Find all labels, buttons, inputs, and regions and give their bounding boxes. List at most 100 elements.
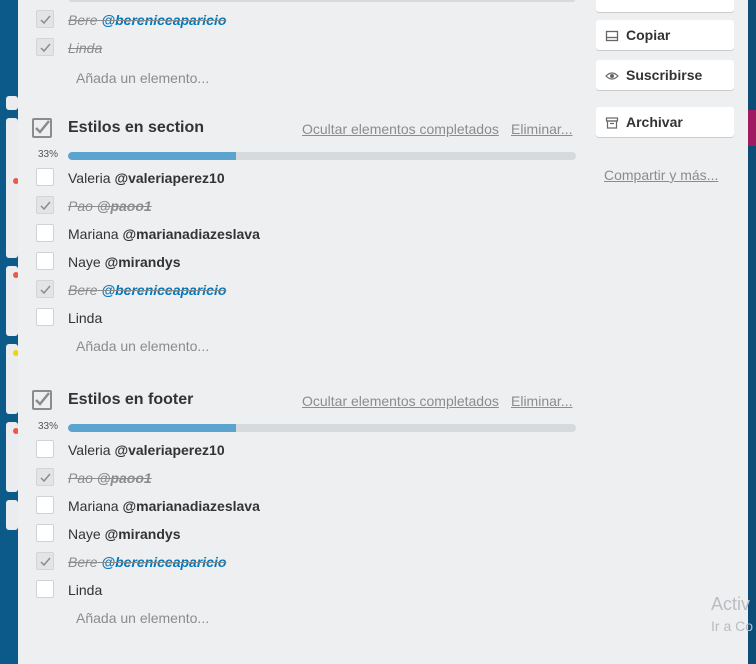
checkbox[interactable]: [36, 38, 54, 56]
checklist-item[interactable]: Naye @mirandys: [32, 248, 576, 276]
item-text: Bere @bereniceaparicio: [68, 12, 227, 28]
progress-percent: 33%: [38, 149, 59, 160]
mention[interactable]: @mirandys: [105, 254, 181, 270]
bg-card: [6, 118, 18, 258]
mention[interactable]: @valeriaperez10: [114, 442, 224, 458]
checkbox[interactable]: [36, 524, 54, 542]
item-text: Naye @mirandys: [68, 526, 180, 542]
checklist-item[interactable]: Naye @mirandys: [32, 520, 576, 548]
checkbox[interactable]: [36, 580, 54, 598]
checklist-title[interactable]: Estilos en footer: [68, 391, 193, 409]
item-text: Mariana @marianadiazeslava: [68, 498, 260, 514]
checklist-progress-bar: [68, 0, 576, 2]
item-text: Linda: [68, 582, 102, 598]
add-item-link[interactable]: Añada un elemento...: [76, 338, 620, 358]
hide-completed-link[interactable]: Ocultar elementos completados: [302, 393, 499, 409]
bg-card-thumbnail: [747, 110, 756, 146]
checklist-item[interactable]: Bere @bereniceaparicio: [32, 276, 576, 304]
item-name: Pao: [68, 470, 93, 486]
bg-card: [6, 96, 18, 110]
checklist-item[interactable]: Pao @paoo1: [32, 192, 576, 220]
check-icon: [40, 557, 51, 567]
board-right-strip: [748, 0, 756, 664]
checkbox[interactable]: [36, 224, 54, 242]
subscribe-label: Suscribirse: [626, 67, 703, 83]
mention[interactable]: @valeriaperez10: [114, 170, 224, 186]
checklist-item[interactable]: Valeria @valeriaperez10: [32, 436, 576, 464]
checklist-icon: [32, 118, 52, 138]
mention[interactable]: @bereniceaparicio: [101, 282, 226, 298]
checklist-icon: [32, 390, 52, 410]
bg-card: [6, 500, 18, 530]
archive-button[interactable]: Archivar: [596, 107, 734, 137]
item-text: Pao @paoo1: [68, 198, 152, 214]
activation-watermark-subtitle: Ir a Co: [711, 618, 754, 634]
check-icon: [40, 201, 51, 211]
item-name: Valeria: [68, 170, 111, 186]
checkbox[interactable]: [36, 552, 54, 570]
mention[interactable]: @marianadiazeslava: [122, 226, 259, 242]
mention-link[interactable]: @bereniceaparicio: [101, 12, 226, 28]
checklist-item[interactable]: Bere @bereniceaparicio: [32, 548, 576, 576]
checklist-item[interactable]: Linda: [32, 304, 576, 332]
add-item-link[interactable]: Añada un elemento...: [76, 70, 209, 86]
checkbox[interactable]: [36, 168, 54, 186]
eye-icon: [605, 72, 619, 80]
item-text: Linda: [68, 310, 102, 326]
card-detail-modal: Bere @bereniceaparicio Linda Añada un el…: [18, 0, 748, 664]
mention[interactable]: @marianadiazeslava: [122, 498, 259, 514]
item-name: Linda: [68, 582, 103, 598]
item-name: Pao: [68, 198, 93, 214]
item-name: Bere: [68, 554, 98, 570]
delete-checklist-link[interactable]: Eliminar...: [511, 393, 572, 409]
checklist-item[interactable]: Linda: [32, 576, 576, 604]
item-name: Mariana: [68, 226, 119, 242]
item-text: Valeria @valeriaperez10: [68, 170, 225, 186]
mention[interactable]: @paoo1: [97, 198, 152, 214]
item-name: Naye: [68, 526, 101, 542]
checklist-item[interactable]: Valeria @valeriaperez10: [32, 164, 576, 192]
archive-label: Archivar: [626, 114, 683, 130]
subscribe-button[interactable]: Suscribirse: [596, 60, 734, 90]
progress-bar: [68, 424, 576, 432]
item-name: Mariana: [68, 498, 119, 514]
checkbox[interactable]: [36, 196, 54, 214]
move-button[interactable]: [596, 0, 734, 12]
share-more-link[interactable]: Compartir y más...: [604, 167, 718, 183]
activation-watermark-title: Activ: [711, 594, 751, 614]
mention[interactable]: @mirandys: [105, 526, 181, 542]
hide-completed-link[interactable]: Ocultar elementos completados: [302, 121, 499, 137]
item-text: Naye @mirandys: [68, 254, 180, 270]
check-icon: [40, 285, 51, 295]
checkbox[interactable]: [36, 308, 54, 326]
delete-checklist-link[interactable]: Eliminar...: [511, 121, 572, 137]
item-name: Bere: [68, 282, 98, 298]
check-icon: [40, 473, 51, 483]
item-text: Valeria @valeriaperez10: [68, 442, 225, 458]
checklist-item[interactable]: Mariana @marianadiazeslava: [32, 492, 576, 520]
checkbox[interactable]: [36, 440, 54, 458]
add-item-link[interactable]: Añada un elemento...: [76, 610, 620, 630]
archive-icon: [605, 117, 619, 129]
checklist-item[interactable]: Pao @paoo1: [32, 464, 576, 492]
item-text: Linda: [68, 40, 103, 56]
item-text: Bere @bereniceaparicio: [68, 282, 226, 298]
item-name: Linda: [68, 310, 103, 326]
checkbox[interactable]: [36, 496, 54, 514]
item-name: Valeria: [68, 442, 111, 458]
checkbox[interactable]: [36, 468, 54, 486]
copy-icon: [605, 30, 619, 42]
checkbox[interactable]: [36, 280, 54, 298]
checklist-footer: Estilos en footer Ocultar elementos comp…: [32, 388, 576, 626]
checkbox[interactable]: [36, 252, 54, 270]
item-text: Bere @bereniceaparicio: [68, 554, 226, 570]
progress-percent: 33%: [38, 421, 59, 432]
checklist-section: Estilos en section Ocultar elementos com…: [32, 116, 576, 354]
item-name: Naye: [68, 254, 101, 270]
checklist-title[interactable]: Estilos en section: [68, 119, 204, 137]
checkbox[interactable]: [36, 10, 54, 28]
mention[interactable]: @paoo1: [97, 470, 152, 486]
checklist-item[interactable]: Mariana @marianadiazeslava: [32, 220, 576, 248]
mention[interactable]: @bereniceaparicio: [101, 554, 226, 570]
copy-button[interactable]: Copiar: [596, 20, 734, 50]
